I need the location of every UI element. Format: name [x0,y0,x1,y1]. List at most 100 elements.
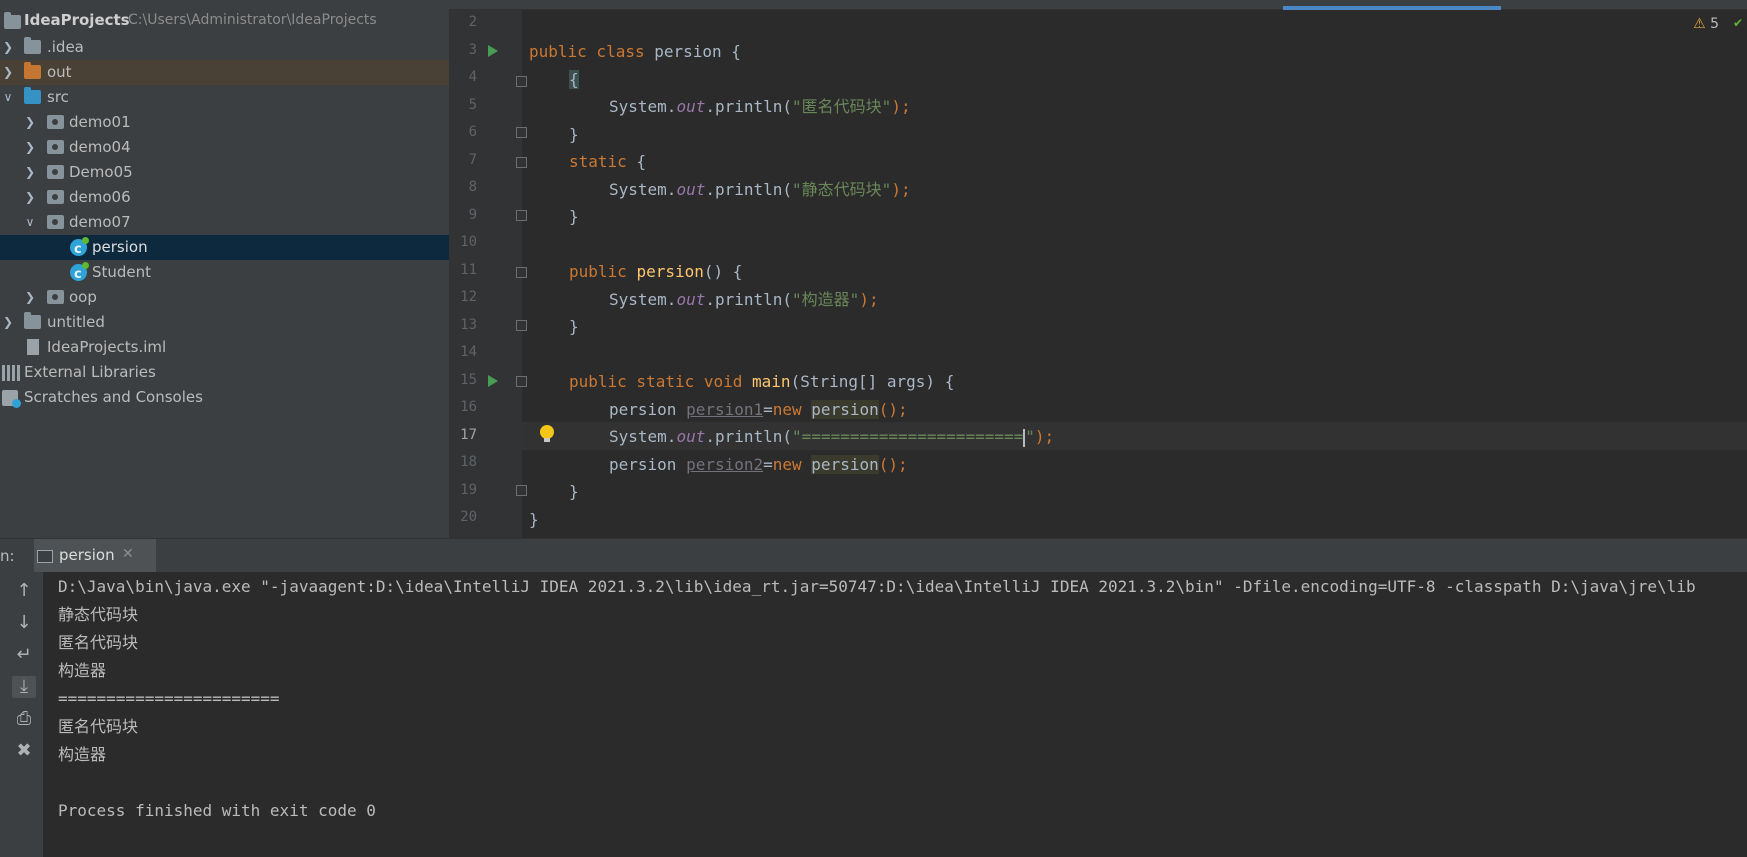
tree-item-src[interactable]: ∨ src [0,85,449,110]
package-icon [47,165,64,179]
tree-item-demo04[interactable]: ❯ demo04 [0,135,449,160]
run-tool-header: n: persion ✕ [0,538,1747,573]
code-line[interactable]: persion persion1=new persion(); [609,396,908,424]
tree-item-demo05[interactable]: ❯ Demo05 [0,160,449,185]
code-line[interactable]: System.out.println("====================… [609,423,1054,451]
class-reference: persion [811,400,879,419]
code-editor[interactable]: 2 3 4 5 6 7 8 9 10 11 12 13 14 15 16 17 18 19 20 ⚠ 5 ✔ pub… [449,0,1747,538]
code-line[interactable]: { [569,66,579,94]
chevron-right-icon[interactable]: ❯ [2,60,14,85]
tree-item-scratches[interactable]: Scratches and Consoles [0,385,449,410]
chevron-down-icon[interactable]: ∨ [2,85,14,110]
java-class-icon [70,237,89,262]
tree-item-iml[interactable]: IdeaProjects.iml [0,335,449,360]
code-line[interactable]: } [569,313,579,341]
chevron-right-icon[interactable]: ❯ [2,310,14,335]
code-text: } [529,510,539,529]
code-line[interactable]: } [569,203,579,231]
tree-item-demo01[interactable]: ❯ demo01 [0,110,449,135]
chevron-right-icon[interactable]: ❯ [24,110,36,135]
code-line[interactable]: } [529,506,539,534]
fold-icon[interactable] [516,210,527,221]
console-output[interactable]: D:\Java\bin\java.exe "-javaagent:D:\idea… [43,572,1747,857]
arrow-up-icon[interactable]: ↑ [12,580,36,602]
run-class-icon[interactable] [488,45,498,57]
fold-icon[interactable] [516,320,527,331]
field: out [676,97,706,116]
chevron-right-icon[interactable]: ❯ [24,285,36,310]
field: out [676,290,706,309]
tree-root-item[interactable]: IdeaProjects C:\Users\Administrator\Idea… [0,8,449,33]
tree-item-label: persion [92,238,148,256]
console-line: 匿名代码块 [58,717,139,736]
unused-variable: persion1 [686,400,764,419]
method-name: main [752,372,791,391]
tree-item-untitled[interactable]: ❯ untitled [0,310,449,335]
console-line: 构造器 [58,745,107,764]
console-line: 匿名代码块 [58,633,139,652]
fold-icon[interactable] [516,485,527,496]
chevron-down-icon[interactable]: ∨ [24,210,36,235]
code-text: .println( [705,290,793,309]
code-text: { [721,42,741,61]
string-literal: "======================= [792,427,1024,446]
unused-variable: persion2 [686,455,764,474]
fold-icon[interactable] [516,267,527,278]
inspection-widget[interactable]: ⚠ 5 [1693,16,1719,32]
chevron-right-icon[interactable]: ❯ [2,35,14,60]
tree-item-demo07[interactable]: ∨ demo07 [0,210,449,235]
code-line[interactable]: public static void main(String[] args) { [569,368,954,396]
code-text: } [569,482,579,501]
code-line[interactable]: public persion() { [569,258,742,286]
fold-icon[interactable] [516,376,527,387]
run-tab-persion[interactable]: persion ✕ [34,539,156,572]
tree-item-external-libraries[interactable]: External Libraries [0,360,449,385]
code-text: ); [1034,427,1055,446]
string-literal: "构造器" [792,290,860,309]
code-text: .println( [705,427,793,446]
fold-icon[interactable] [516,127,527,138]
run-toolbar: ↑ ↓ ↵ ⤓ ⎙ ✖ [0,572,43,857]
trash-icon[interactable]: ✖ [12,740,36,762]
code-line[interactable]: System.out.println("构造器"); [609,286,879,314]
tree-item-out[interactable]: ❯ out [0,60,449,85]
code-line[interactable]: System.out.println("匿名代码块"); [609,93,911,121]
soft-wrap-icon[interactable]: ↵ [12,644,36,666]
fold-icon[interactable] [516,76,527,87]
console-line: 静态代码块 [58,605,139,624]
tree-item-demo06[interactable]: ❯ demo06 [0,185,449,210]
code-text: ); [891,180,911,199]
editor-gutter: 2 3 4 5 6 7 8 9 10 11 12 13 14 15 16 17 18 19 20 [449,10,522,538]
code-line[interactable]: public class persion { [529,38,741,66]
editor-tab-strip [449,0,1747,10]
arrow-down-icon[interactable]: ↓ [12,612,36,634]
chevron-right-icon[interactable]: ❯ [24,160,36,185]
print-icon[interactable]: ⎙ [12,708,36,730]
string-literal: " [1025,427,1035,446]
chevron-right-icon[interactable]: ❯ [24,135,36,160]
code-line[interactable]: } [569,478,579,506]
tree-item-label: .idea [47,38,84,56]
code-line[interactable]: persion persion2=new persion(); [609,451,908,479]
string-literal: "匿名代码块" [792,97,892,116]
tree-item-student[interactable]: Student [0,260,449,287]
tree-item-idea[interactable]: ❯ .idea [0,35,449,60]
code-line[interactable]: } [569,121,579,149]
fold-icon[interactable] [516,157,527,168]
tree-item-persion[interactable]: persion [0,235,449,262]
line-number: 15 [460,371,477,388]
run-main-icon[interactable] [488,375,498,387]
tree-item-oop[interactable]: ❯ oop [0,285,449,310]
scroll-to-end-icon[interactable]: ⤓ [12,676,36,698]
lightbulb-icon[interactable] [540,425,554,442]
console-line: 构造器 [58,661,107,680]
package-icon [47,190,64,204]
chevron-right-icon[interactable]: ❯ [24,185,36,210]
close-icon[interactable]: ✕ [122,546,134,562]
check-icon: ✔ [1732,16,1743,30]
code-line[interactable]: System.out.println("静态代码块"); [609,176,911,204]
code-text: System. [609,290,677,309]
root-label: IdeaProjects [24,11,130,29]
code-text: = [763,455,773,474]
code-line[interactable]: static { [569,148,646,176]
